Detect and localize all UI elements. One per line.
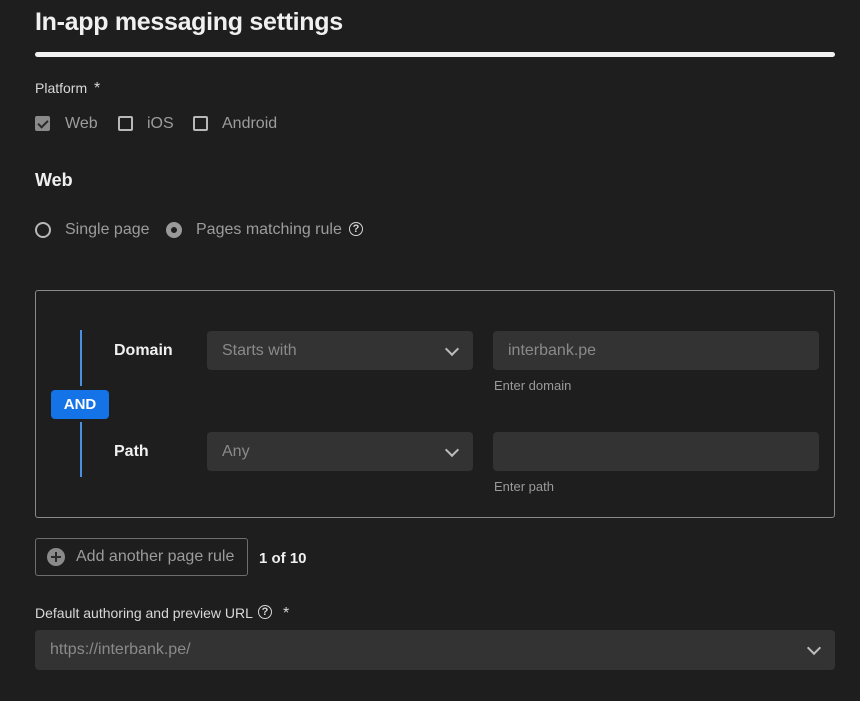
default-url-label: Default authoring and preview URL bbox=[35, 605, 253, 621]
web-checkbox-label: Web bbox=[65, 115, 98, 132]
path-label: Path bbox=[114, 443, 149, 460]
chevron-down-icon bbox=[444, 442, 460, 458]
path-helper-text: Enter path bbox=[494, 479, 554, 494]
default-url-select[interactable]: https://interbank.pe/ bbox=[35, 630, 835, 670]
ios-checkbox[interactable] bbox=[118, 116, 133, 131]
path-match-select[interactable]: Any bbox=[207, 432, 473, 471]
platform-label: Platform bbox=[35, 80, 88, 96]
help-icon[interactable]: ? bbox=[349, 222, 363, 236]
path-match-value: Any bbox=[222, 442, 250, 460]
domain-input[interactable]: interbank.pe bbox=[493, 331, 819, 370]
pages-matching-rule-label: Pages matching rule bbox=[196, 221, 342, 238]
rule-connector-top bbox=[80, 330, 82, 386]
domain-helper-text: Enter domain bbox=[494, 378, 572, 393]
domain-input-value: interbank.pe bbox=[508, 341, 597, 359]
ios-checkbox-label: iOS bbox=[147, 115, 174, 132]
and-operator-badge[interactable]: AND bbox=[51, 390, 109, 419]
path-input[interactable] bbox=[493, 432, 819, 471]
single-page-label: Single page bbox=[65, 221, 150, 238]
domain-match-select[interactable]: Starts with bbox=[207, 331, 473, 370]
android-checkbox-label: Android bbox=[222, 115, 278, 132]
web-heading: Web bbox=[35, 170, 73, 190]
page-rule-box bbox=[35, 290, 835, 518]
title-underline bbox=[35, 52, 835, 57]
chevron-down-icon bbox=[806, 640, 822, 656]
page-title: In-app messaging settings bbox=[35, 8, 343, 36]
rule-count: 1 of 10 bbox=[259, 550, 307, 567]
web-checkbox[interactable] bbox=[35, 116, 50, 131]
android-checkbox[interactable] bbox=[193, 116, 208, 131]
chevron-down-icon bbox=[444, 341, 460, 357]
domain-match-value: Starts with bbox=[222, 341, 297, 359]
pages-matching-rule-radio[interactable] bbox=[166, 222, 182, 238]
default-url-required-mark: * bbox=[283, 605, 290, 622]
rule-connector-bottom bbox=[80, 422, 82, 477]
single-page-radio[interactable] bbox=[35, 222, 51, 238]
default-url-value: https://interbank.pe/ bbox=[50, 641, 191, 658]
add-page-rule-button[interactable]: Add another page rule bbox=[35, 538, 248, 576]
help-icon[interactable]: ? bbox=[258, 605, 272, 619]
domain-label: Domain bbox=[114, 342, 173, 359]
add-page-rule-label: Add another page rule bbox=[76, 548, 235, 565]
platform-required-mark: * bbox=[94, 80, 101, 97]
add-circle-icon bbox=[47, 548, 65, 566]
